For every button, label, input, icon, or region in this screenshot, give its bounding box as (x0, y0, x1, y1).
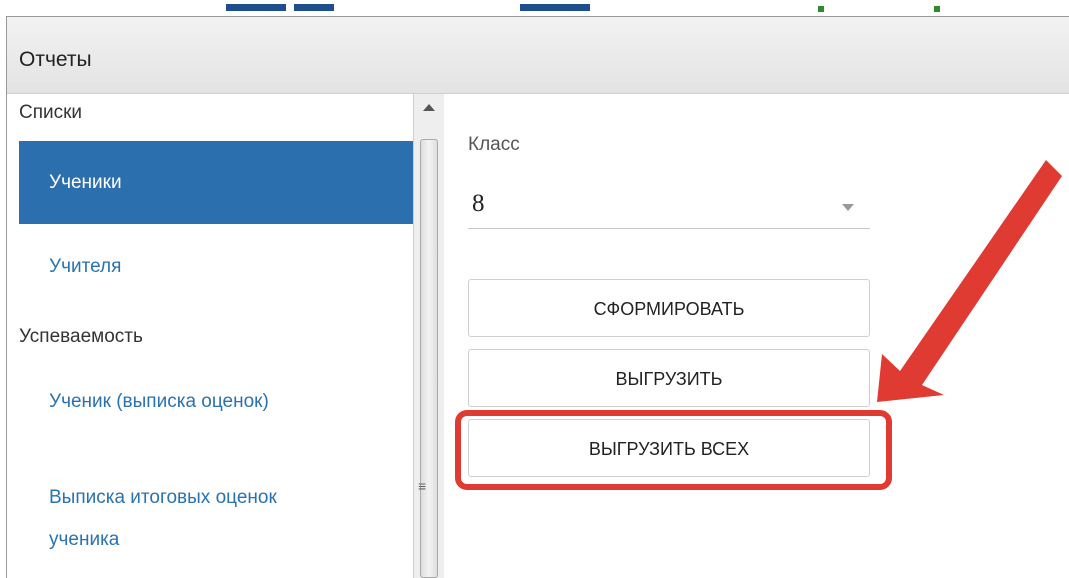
background-fragment (818, 6, 824, 12)
chevron-down-icon[interactable] (842, 204, 854, 211)
sidebar-group-lists: Списки (19, 102, 83, 123)
sidebar-item-final-grades[interactable]: Выписка итоговых оценок ученика (19, 477, 413, 561)
dialog-title: Отчеты (19, 48, 92, 71)
scrollbar-thumb[interactable] (420, 139, 438, 578)
class-label: Класс (468, 134, 520, 155)
background-fragment (294, 4, 334, 11)
class-select[interactable]: 8 (468, 184, 870, 229)
sidebar-scrollbar[interactable]: ≡ (413, 94, 444, 578)
background-fragment (934, 6, 940, 12)
sidebar-item-teachers[interactable]: Учителя (19, 256, 413, 278)
background-fragment (520, 4, 590, 11)
report-form: Класс 8 СФОРМИРОВАТЬ ВЫГРУЗИТЬ ВЫГРУЗИТЬ… (444, 94, 1069, 578)
sidebar-item-student-grades[interactable]: Ученик (выписка оценок) (19, 391, 413, 413)
sidebar-item-students[interactable]: Ученики (19, 141, 413, 224)
sidebar-group-performance: Успеваемость (19, 326, 143, 347)
scrollbar-grip-icon: ≡ (418, 478, 427, 494)
highlight-box (455, 410, 892, 490)
background-fragment (226, 4, 286, 11)
dialog-titlebar[interactable]: Отчеты (7, 17, 1069, 94)
sidebar-item-final-grades-line2: ученика (49, 529, 120, 550)
export-button[interactable]: ВЫГРУЗИТЬ (468, 349, 870, 407)
generate-button[interactable]: СФОРМИРОВАТЬ (468, 279, 870, 337)
reports-dialog: Отчеты Списки Ученики Учителя Успеваемос… (6, 16, 1069, 578)
class-select-value: 8 (472, 190, 485, 217)
scroll-up-icon[interactable] (423, 104, 435, 111)
background-window-strip (0, 0, 1069, 16)
sidebar-item-final-grades-line1: Выписка итоговых оценок (49, 487, 277, 508)
reports-sidebar: Списки Ученики Учителя Успеваемость Учен… (7, 94, 413, 578)
